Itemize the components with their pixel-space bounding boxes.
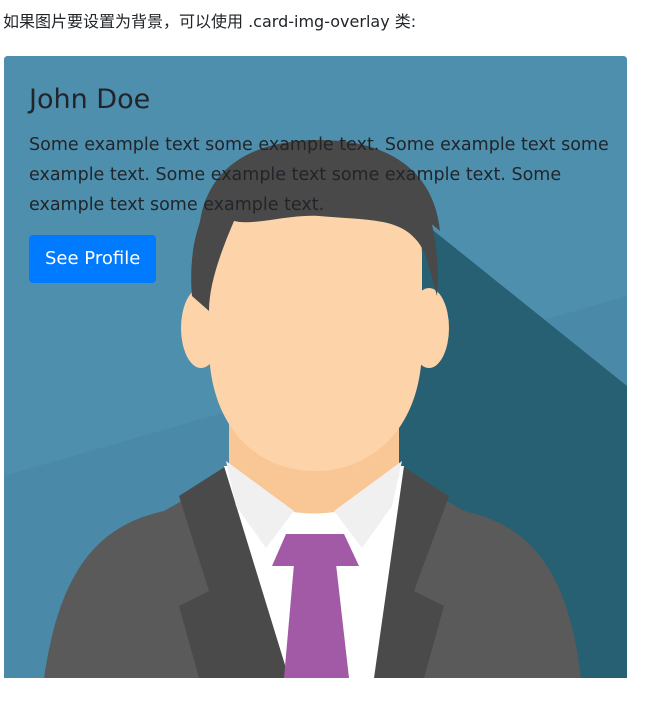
- card-title: John Doe: [29, 84, 151, 115]
- card-img-overlay: John Doe Some example text some example …: [4, 56, 627, 678]
- intro-text: 如果图片要设置为背景，可以使用 .card-img-overlay 类:: [3, 12, 417, 31]
- profile-card: John Doe Some example text some example …: [4, 56, 627, 678]
- page: 如果图片要设置为背景，可以使用 .card-img-overlay 类: Joh…: [0, 0, 645, 705]
- see-profile-button[interactable]: See Profile: [29, 235, 157, 283]
- card-text: Some example text some example text. Som…: [29, 135, 609, 215]
